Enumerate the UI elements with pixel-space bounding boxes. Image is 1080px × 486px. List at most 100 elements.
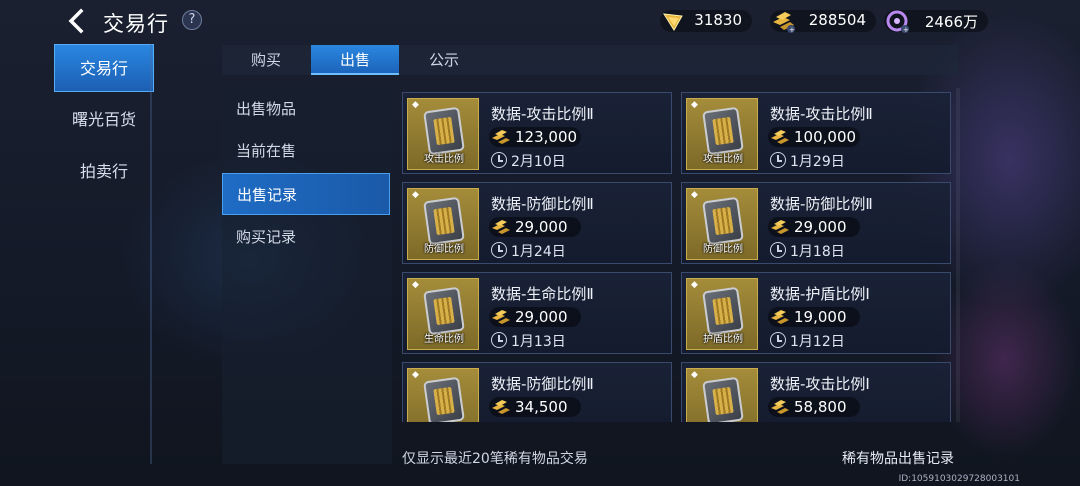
tab-public[interactable]: 公示 [400, 45, 488, 75]
price-value: 29,000 [515, 218, 568, 236]
sales-record-card[interactable]: ◆ 防御比例 数据-防御比例Ⅱ 34,500 1月11日 [402, 362, 672, 422]
data-chip-icon [702, 196, 744, 246]
price-value: 34,500 [515, 398, 568, 416]
chevron-left-icon [68, 8, 84, 34]
sales-record-card[interactable]: ◆ 防御比例 数据-防御比例Ⅱ 29,000 1月18日 [681, 182, 951, 264]
price-pill: 29,000 [489, 307, 581, 327]
gold-bars-icon [771, 310, 789, 324]
currency-gold-bars[interactable]: + 288504 [770, 10, 876, 34]
tab-bar: 购买 出售 公示 [222, 45, 958, 75]
item-name: 数据-攻击比例Ⅱ [770, 105, 873, 123]
item-name: 数据-攻击比例Ⅰ [770, 375, 870, 393]
item-thumbnail: ◆ 防御比例 [407, 368, 479, 422]
date-text: 2月10日 [511, 154, 566, 170]
page-title: 交易行 [103, 12, 169, 36]
gold-bars-icon [771, 130, 789, 144]
clock-icon [770, 242, 786, 258]
nav-item-trade[interactable]: 交易行 [54, 44, 154, 92]
item-thumbnail: ◆ 攻击比例 [686, 98, 758, 170]
data-chip-icon [423, 196, 465, 246]
item-thumbnail: ◆ 生命比例 [407, 278, 479, 350]
help-button[interactable]: ? [182, 10, 202, 30]
rare-gem-icon: ◆ [412, 280, 419, 290]
item-thumbnail: ◆ 护盾比例 [686, 278, 758, 350]
price-pill: 29,000 [768, 217, 860, 237]
scrollbar[interactable] [956, 88, 960, 422]
sales-record-card[interactable]: ◆ 攻击比例 数据-攻击比例Ⅱ 123,000 2月10日 [402, 92, 672, 174]
left-nav: 交易行 曙光百货 拍卖行 [54, 44, 154, 464]
price-value: 29,000 [794, 218, 847, 236]
currency-wings[interactable]: 31830 [660, 10, 752, 32]
purple-orb-icon: + [886, 10, 909, 34]
notice-text: 仅显示最近20笔稀有物品交易 [402, 451, 588, 467]
nav-item-store[interactable]: 曙光百货 [54, 96, 154, 144]
rare-gem-icon: ◆ [412, 100, 419, 110]
sales-record-card[interactable]: ◆ 攻击比例 数据-攻击比例Ⅱ 100,000 1月29日 [681, 92, 951, 174]
item-thumbnail: ◆ 防御比例 [407, 188, 479, 260]
nav-item-auction[interactable]: 拍卖行 [54, 148, 154, 196]
currency-orb[interactable]: + 2466万 [884, 10, 988, 34]
top-bar: 交易行 ? 31830 + 288504 + 2466万 [0, 0, 1080, 42]
item-thumbnail: ◆ 防御比例 [686, 188, 758, 260]
subnav-item-sell-items[interactable]: 出售物品 [222, 88, 390, 130]
tab-buy[interactable]: 购买 [222, 45, 310, 75]
subnav-item-purchase-record[interactable]: 购买记录 [222, 216, 390, 258]
clock-icon [491, 152, 507, 168]
gold-bars-icon [492, 310, 510, 324]
data-chip-icon [702, 286, 744, 336]
subnav-item-sales-record[interactable]: 出售记录 [222, 173, 390, 215]
data-chip-icon [423, 286, 465, 336]
price-pill: 58,800 [768, 397, 860, 417]
subnav-item-on-sale[interactable]: 当前在售 [222, 130, 390, 172]
sub-nav: 出售物品 当前在售 出售记录 购买记录 [222, 88, 392, 464]
date-text: 1月10日 [790, 421, 845, 422]
thumbnail-label: 防御比例 [424, 244, 464, 255]
price-pill: 34,500 [489, 397, 581, 417]
item-name: 数据-防御比例Ⅱ [491, 375, 594, 393]
clock-icon [491, 332, 507, 348]
item-name: 数据-防御比例Ⅱ [491, 195, 594, 213]
thumbnail-label: 攻击比例 [703, 154, 743, 165]
tab-sell[interactable]: 出售 [311, 45, 399, 75]
date-text: 1月11日 [511, 421, 566, 422]
gold-bars-icon [492, 400, 510, 414]
item-name: 数据-防御比例Ⅱ [770, 195, 873, 213]
svg-text:+: + [903, 26, 909, 34]
price-value: 58,800 [794, 398, 847, 416]
price-value: 100,000 [794, 128, 857, 146]
date-text: 1月18日 [790, 244, 845, 260]
date-text: 1月13日 [511, 334, 566, 350]
thumbnail-label: 防御比例 [703, 244, 743, 255]
data-chip-icon [423, 106, 465, 156]
sales-record-card[interactable]: ◆ 防御比例 数据-防御比例Ⅱ 29,000 1月24日 [402, 182, 672, 264]
svg-text:+: + [789, 26, 795, 34]
sales-record-card[interactable]: ◆ 护盾比例 数据-护盾比例Ⅰ 19,000 1月12日 [681, 272, 951, 354]
back-button[interactable] [62, 6, 92, 36]
rare-sales-record-link[interactable]: 稀有物品出售记录 [842, 448, 954, 468]
clock-icon [491, 242, 507, 258]
currency-value: 2466万 [924, 13, 978, 31]
currency-value: 31830 [694, 11, 742, 29]
thumbnail-label: 攻击比例 [687, 420, 757, 422]
item-name: 数据-护盾比例Ⅰ [770, 285, 870, 303]
thumbnail-label: 生命比例 [424, 334, 464, 345]
date-text: 1月24日 [511, 244, 566, 260]
date-text: 1月29日 [790, 154, 845, 170]
gold-bars-icon [492, 220, 510, 234]
currency-value: 288504 [808, 11, 866, 29]
rare-gem-icon: ◆ [691, 370, 698, 380]
gold-bars-icon: + [773, 12, 795, 34]
price-value: 123,000 [515, 128, 578, 146]
rare-gem-icon: ◆ [691, 280, 698, 290]
thumbnail-label: 护盾比例 [703, 334, 743, 345]
sales-record-card[interactable]: ◆ 生命比例 数据-生命比例Ⅱ 29,000 1月13日 [402, 272, 672, 354]
data-chip-icon [702, 376, 744, 422]
price-pill: 29,000 [489, 217, 581, 237]
item-thumbnail: ◆ 攻击比例 [407, 98, 479, 170]
rare-gem-icon: ◆ [691, 100, 698, 110]
price-value: 29,000 [515, 308, 568, 326]
sales-record-card[interactable]: ◆ 攻击比例 数据-攻击比例Ⅰ 58,800 1月10日 [681, 362, 951, 422]
item-name: 数据-生命比例Ⅱ [491, 285, 594, 303]
data-chip-icon [702, 106, 744, 156]
footer: 仅显示最近20笔稀有物品交易 稀有物品出售记录 [392, 432, 958, 467]
